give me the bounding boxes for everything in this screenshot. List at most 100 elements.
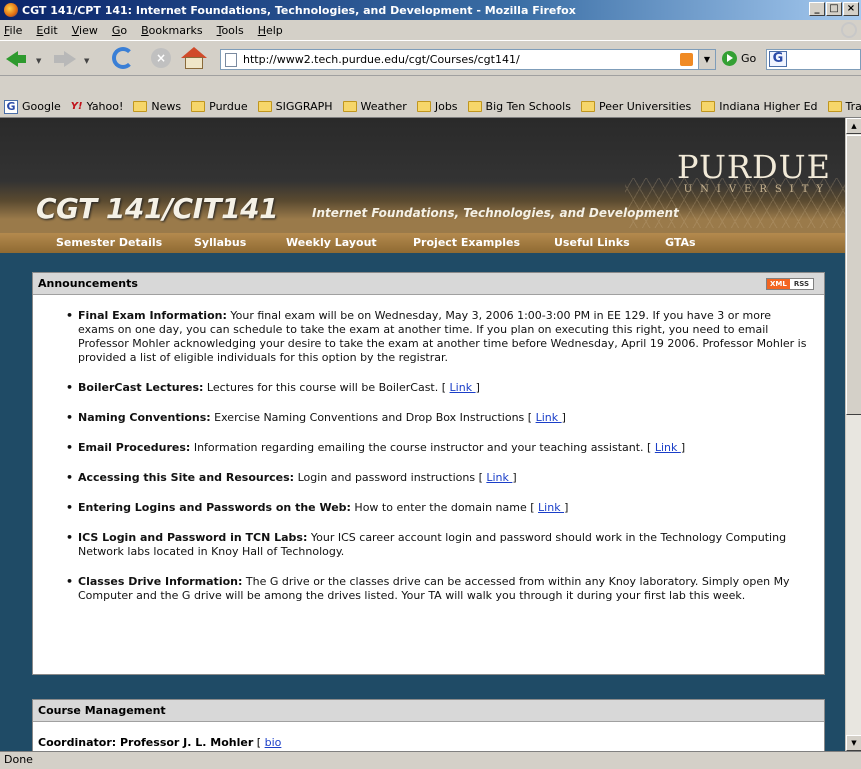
- announcement-title: Email Procedures:: [78, 441, 191, 454]
- url-dropdown-icon[interactable]: ▼: [698, 50, 715, 69]
- university-wordmark: UNIVERSITY: [683, 184, 831, 195]
- nav-useful-links[interactable]: Useful Links: [554, 236, 630, 249]
- bookmark-label: Big Ten Schools: [485, 100, 571, 113]
- link-bracket: ]: [564, 501, 569, 514]
- bookmark-purdue[interactable]: Purdue: [191, 100, 248, 113]
- entering-logins-link[interactable]: Link: [538, 501, 564, 514]
- link-bracket: ]: [561, 411, 566, 424]
- forward-button[interactable]: [50, 45, 78, 71]
- folder-icon: [342, 101, 357, 112]
- bookmark-label: Purdue: [209, 100, 248, 113]
- announcement-item: Email Procedures: Information regarding …: [66, 441, 810, 455]
- window-title: CGT 141/CPT 141: Internet Foundations, T…: [22, 3, 576, 17]
- bookmark-google[interactable]: G Google: [4, 99, 61, 114]
- navigation-toolbar: ▼ ▼ × http://www2.tech.purdue.edu/cgt/Co…: [0, 40, 861, 76]
- title-bar: CGT 141/CPT 141: Internet Foundations, T…: [0, 0, 861, 20]
- scroll-up-icon[interactable]: ▲: [846, 118, 861, 134]
- folder-icon: [467, 101, 482, 112]
- folder-icon: [827, 101, 842, 112]
- menu-view[interactable]: View: [72, 24, 98, 37]
- announcement-title: Naming Conventions:: [78, 411, 211, 424]
- reload-icon: [112, 47, 134, 69]
- bookmark-news[interactable]: News: [133, 100, 181, 113]
- bookmark-label: Peer Universities: [598, 100, 692, 113]
- link-bracket: [: [643, 441, 655, 454]
- scroll-down-icon[interactable]: ▼: [846, 735, 861, 751]
- link-bracket: [: [526, 501, 539, 514]
- menu-tools[interactable]: Tools: [217, 24, 244, 37]
- url-text[interactable]: http://www2.tech.purdue.edu/cgt/Courses/…: [243, 53, 520, 66]
- forward-arrow-icon: [64, 51, 76, 67]
- bookmark-siggraph[interactable]: SIGGRAPH: [257, 100, 333, 113]
- naming-conventions-link[interactable]: Link: [536, 411, 562, 424]
- xml-rss-badge[interactable]: XML RSS: [766, 278, 814, 290]
- nav-syllabus[interactable]: Syllabus: [194, 236, 246, 249]
- bookmark-indiana-higher-ed[interactable]: Indiana Higher Ed: [701, 100, 818, 113]
- go-button[interactable]: Go: [722, 51, 756, 66]
- announcements-title: Announcements: [38, 277, 138, 290]
- vertical-scrollbar[interactable]: ▲ ▼: [845, 118, 861, 751]
- nav-project-examples[interactable]: Project Examples: [413, 236, 520, 249]
- folder-icon: [257, 101, 272, 112]
- email-procedures-link[interactable]: Link: [655, 441, 681, 454]
- stop-button[interactable]: ×: [148, 45, 176, 71]
- menu-go[interactable]: Go: [112, 24, 127, 37]
- bio-link[interactable]: bio: [265, 736, 282, 749]
- status-bar: Done: [0, 751, 861, 769]
- folder-icon: [580, 101, 595, 112]
- home-button[interactable]: [180, 45, 208, 71]
- rss-feed-icon[interactable]: [680, 53, 693, 66]
- nav-gtas[interactable]: GTAs: [665, 236, 696, 249]
- close-button[interactable]: ×: [843, 2, 859, 16]
- menu-bookmarks[interactable]: Bookmarks: [141, 24, 202, 37]
- bookmark-label: News: [151, 100, 182, 113]
- rss-label: RSS: [789, 279, 813, 289]
- announcement-body: Lectures for this course will be BoilerC…: [203, 381, 439, 394]
- bookmark-peer-universities[interactable]: Peer Universities: [580, 100, 692, 113]
- bookmark-label: Weather: [360, 100, 407, 113]
- url-bar[interactable]: http://www2.tech.purdue.edu/cgt/Courses/…: [220, 49, 716, 70]
- announcement-body: Exercise Naming Conventions and Drop Box…: [210, 411, 525, 424]
- bookmarks-toolbar: G Google Y! Yahoo! News Purdue SIGGRAPH We…: [0, 96, 861, 118]
- course-subtitle: Internet Foundations, Technologies, and …: [312, 206, 679, 220]
- bookmark-weather[interactable]: Weather: [342, 100, 407, 113]
- boilercast-link[interactable]: Link: [450, 381, 476, 394]
- search-input[interactable]: G: [766, 49, 861, 70]
- coordinator-text: Coordinator: Professor J. L. Mohler: [38, 736, 254, 749]
- site-nav: Semester Details Syllabus Weekly Layout …: [0, 233, 845, 253]
- menu-help[interactable]: Help: [258, 24, 283, 37]
- nav-weekly-layout[interactable]: Weekly Layout: [286, 236, 377, 249]
- forward-dropdown-icon[interactable]: ▼: [84, 57, 89, 65]
- maximize-button[interactable]: □: [826, 2, 842, 16]
- back-dropdown-icon[interactable]: ▼: [36, 57, 41, 65]
- course-management-title: Course Management: [38, 704, 166, 717]
- stop-icon: ×: [151, 48, 171, 68]
- purdue-logo[interactable]: PURDUE UNIVERSITY: [677, 148, 831, 195]
- firefox-icon: [4, 3, 18, 17]
- bookmark-jobs[interactable]: Jobs: [416, 100, 458, 113]
- bookmark-big-ten-schools[interactable]: Big Ten Schools: [467, 100, 571, 113]
- bookmark-yahoo[interactable]: Y! Yahoo!: [71, 100, 124, 113]
- announcement-title: Entering Logins and Passwords on the Web…: [78, 501, 351, 514]
- site-banner: PURDUE UNIVERSITY CGT 141/CIT141 Interne…: [0, 118, 845, 233]
- back-button[interactable]: [4, 45, 32, 71]
- announcement-title: Accessing this Site and Resources:: [78, 471, 295, 484]
- announcement-item: Classes Drive Information: The G drive o…: [66, 575, 810, 603]
- minimize-button[interactable]: _: [809, 2, 825, 16]
- announcements-header: Announcements XML RSS: [33, 273, 824, 295]
- page-icon: [225, 52, 237, 67]
- nav-semester-details[interactable]: Semester Details: [56, 236, 162, 249]
- scrollbar-thumb[interactable]: [846, 135, 861, 415]
- purdue-wordmark: PURDUE: [676, 148, 831, 186]
- link-bracket: [: [438, 381, 450, 394]
- menu-file[interactable]: File: [4, 24, 22, 37]
- bookmark-travel[interactable]: Travel: [827, 100, 861, 113]
- menu-edit[interactable]: Edit: [36, 24, 57, 37]
- announcement-body: Login and password instructions: [294, 471, 476, 484]
- announcement-title: BoilerCast Lectures:: [78, 381, 204, 394]
- accessing-site-link[interactable]: Link: [486, 471, 512, 484]
- folder-icon: [191, 101, 206, 112]
- google-search-icon[interactable]: G: [769, 51, 787, 67]
- announcement-list: Final Exam Information: Your final exam …: [33, 295, 824, 603]
- reload-button[interactable]: [110, 45, 138, 71]
